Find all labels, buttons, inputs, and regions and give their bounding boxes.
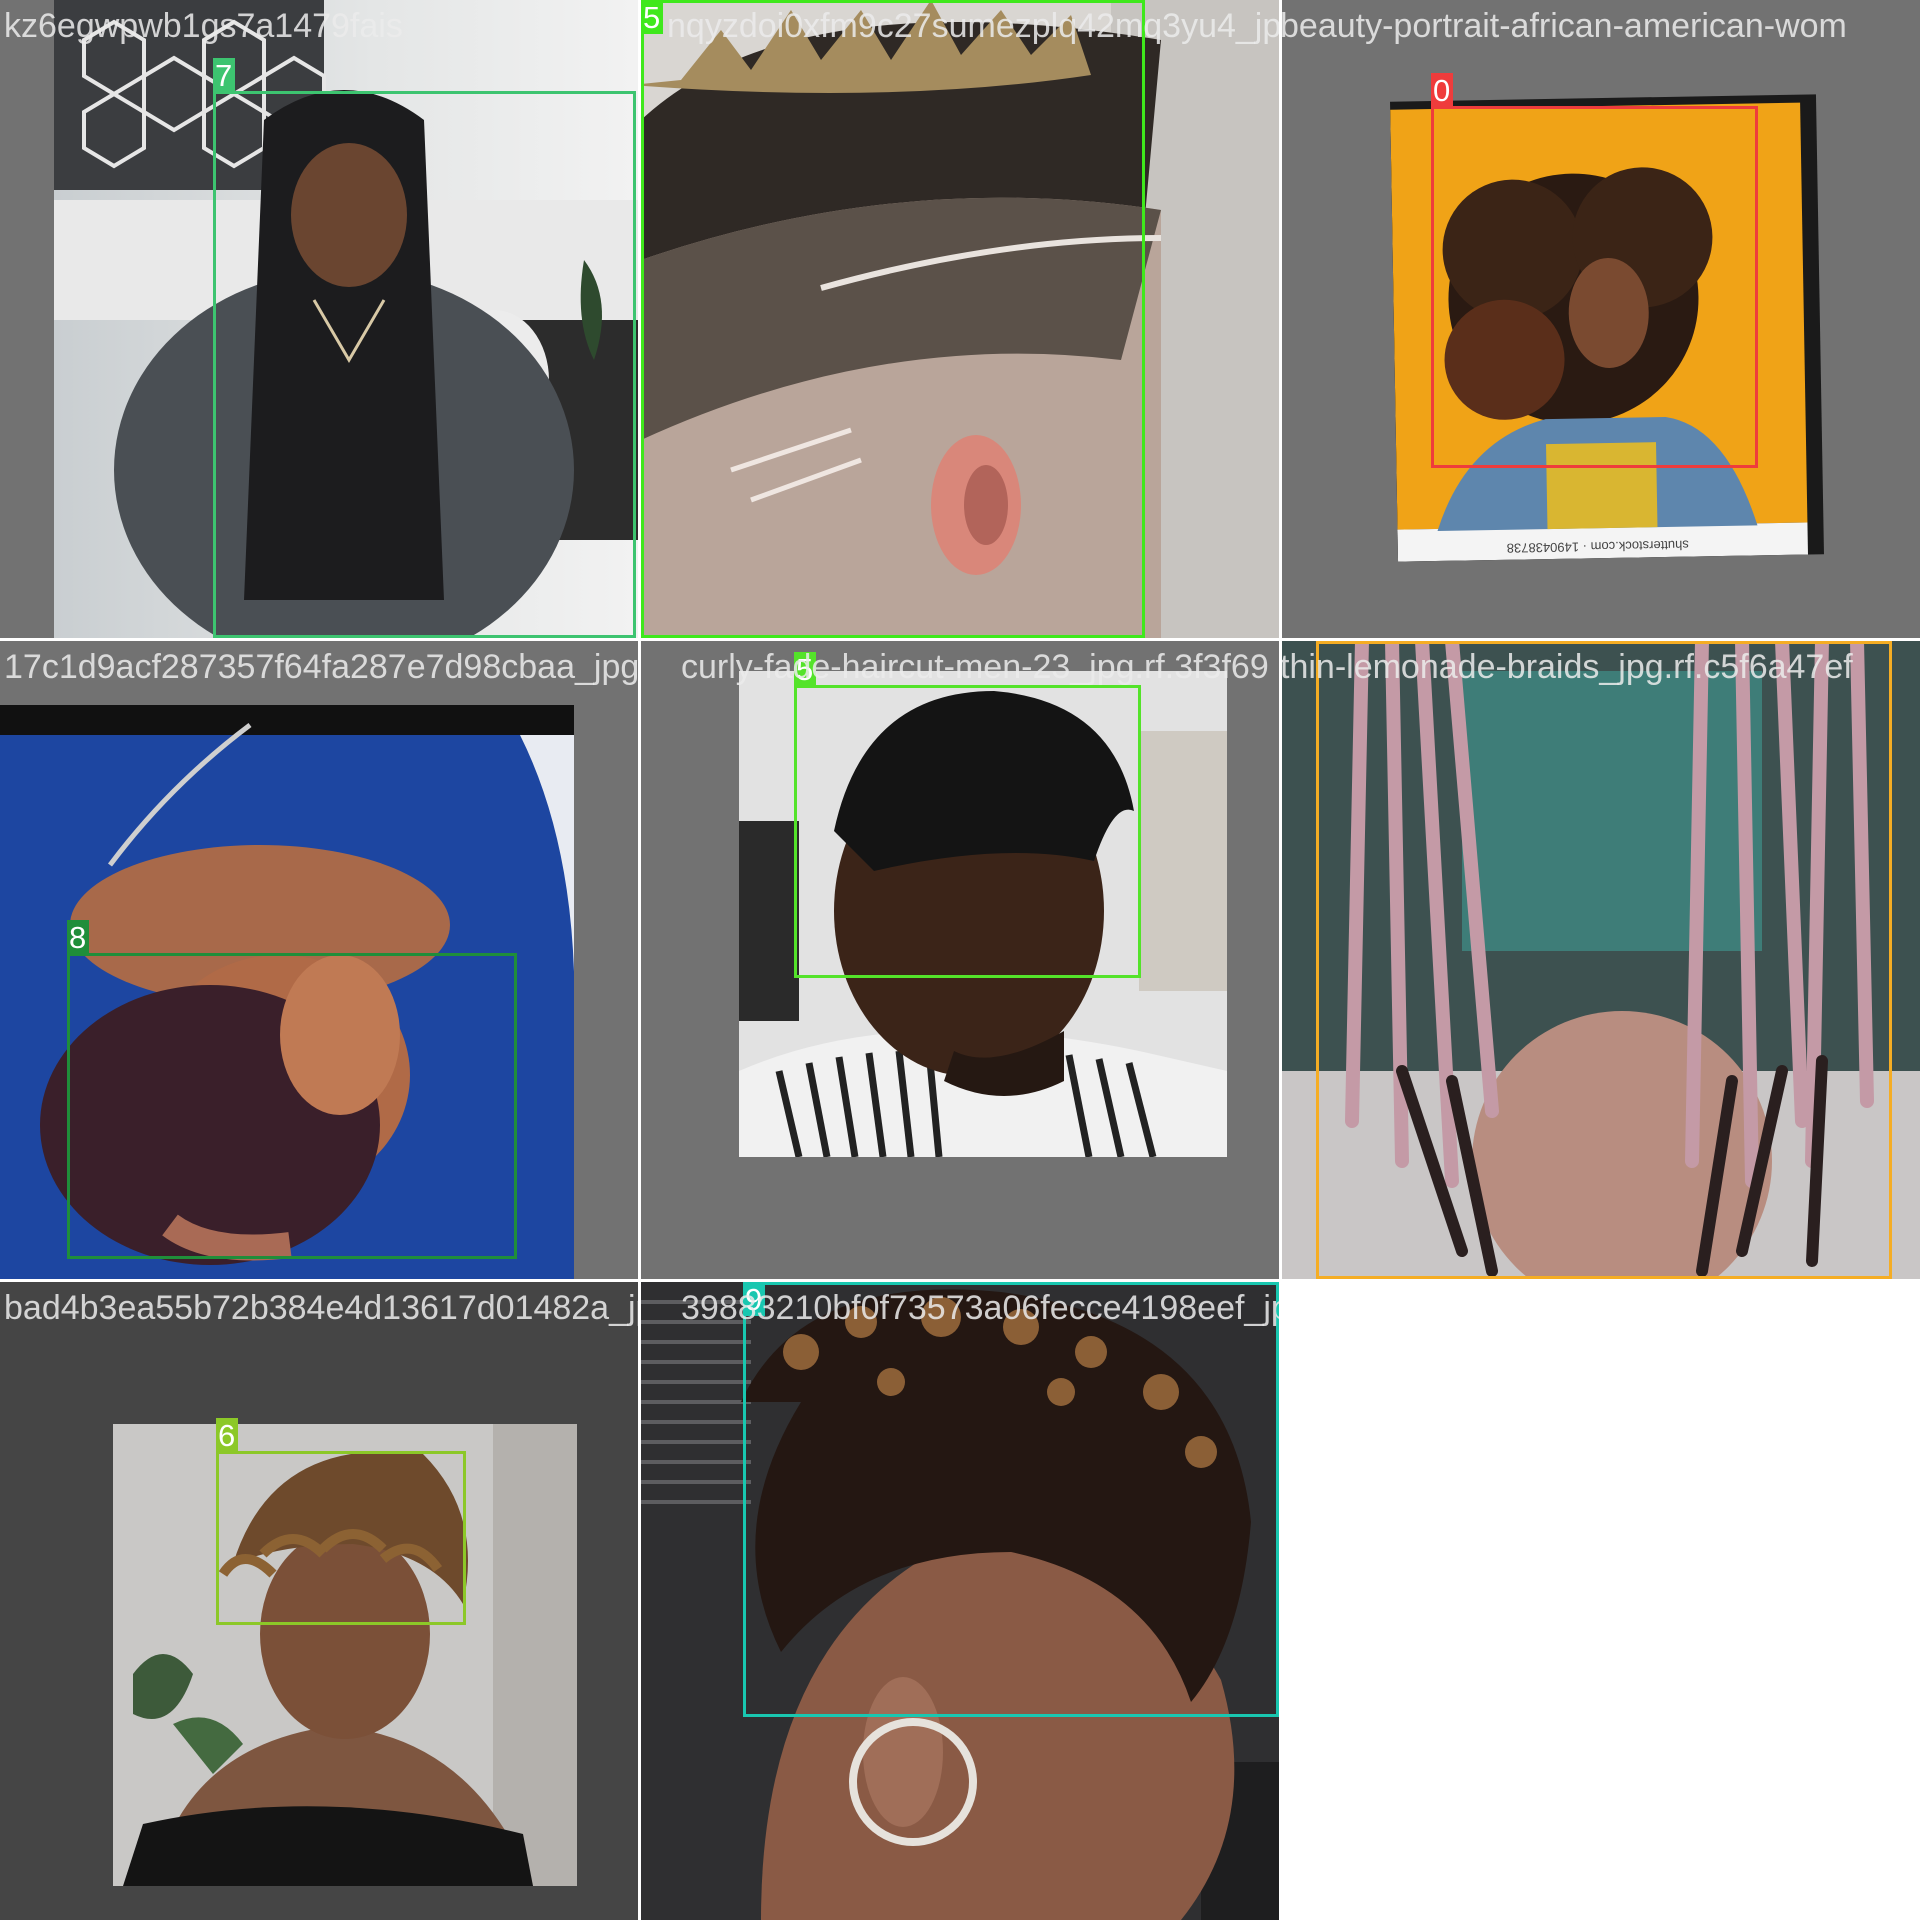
image-filename: 17c1d9acf287357f64fa287e7d98cbaa_jpg.rf. — [4, 648, 638, 686]
mosaic-tile: 7 kz6egwpwb1gs7a1479fais — [0, 0, 638, 638]
photo-long-straight-hair-woman — [54, 0, 638, 638]
photo-curly-tapered-cut-woman — [641, 1282, 1279, 1920]
curly-fade-portrait-illustration — [739, 691, 1227, 1157]
mosaic-tile: 5 curly-fade-haircut-men-23_jpg.rf.3f3f6… — [641, 641, 1279, 1279]
tapered-cut-portrait-illustration — [641, 1289, 1279, 1920]
photo-locs-updo-woman — [113, 1424, 577, 1886]
photo-fade-haircut-side-view — [641, 0, 1279, 638]
mosaic-tile: 6 bad4b3ea55b72b384e4d13617d01482a_jpg.r… — [0, 1282, 638, 1920]
mosaic-tile: 9 39883210bf0f73573a06fecce4198eef_jpg.r… — [641, 1282, 1279, 1920]
braids-portrait-illustration — [1282, 641, 1920, 1279]
photo-pink-box-braids — [1282, 641, 1920, 1279]
photo-curly-afro-woman: shutterstock.com · 1490438738 — [1390, 94, 1824, 562]
image-filename: bad4b3ea55b72b384e4d13617d01482a_jpg.rf. — [4, 1289, 638, 1327]
locs-portrait-illustration — [0, 705, 574, 1279]
hexagon-wall-pattern — [54, 0, 638, 638]
photo-curly-fade-man — [739, 671, 1227, 1157]
mosaic-tile: shutterstock.com · 1490438738 0 beauty-p… — [1282, 0, 1920, 638]
mosaic-tile: 8 17c1d9acf287357f64fa287e7d98cbaa_jpg.r… — [0, 641, 638, 1279]
mosaic-tile: 3 thin-lemonade-braids_jpg.rf.c5f6a47ef — [1282, 641, 1920, 1279]
fade-haircut-illustration — [641, 0, 1279, 638]
mosaic-tile: 5 nqyzdoi0xfm9c27sumezplq42mq3yu4_jpg.rf… — [641, 0, 1279, 638]
afro-portrait-illustration: shutterstock.com · 1490438738 — [1390, 102, 1808, 562]
locs-updo-portrait-illustration — [123, 1424, 577, 1886]
photo-short-locs-woman — [0, 705, 574, 1279]
image-filename: beauty-portrait-african-american-wom — [1282, 7, 1847, 45]
empty-mosaic-slot — [1282, 1282, 1920, 1920]
svg-text:shutterstock.com · 1490438738: shutterstock.com · 1490438738 — [1507, 538, 1689, 556]
training-batch-mosaic: 7 kz6egwpwb1gs7a1479fais 5 nqyzdoi0xfm9c… — [0, 0, 1920, 1920]
